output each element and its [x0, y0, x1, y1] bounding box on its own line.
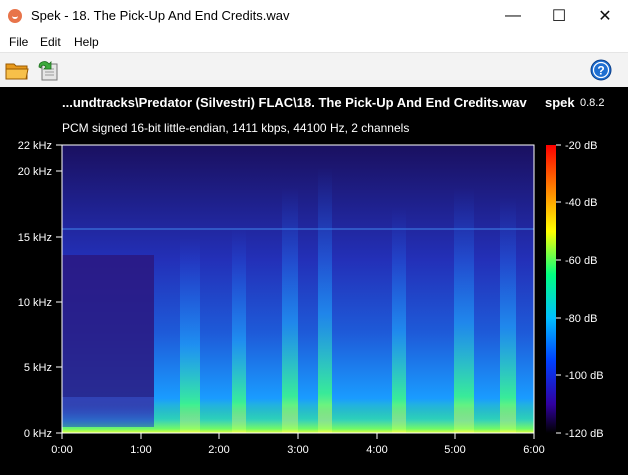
window-title: Spek - 18. The Pick-Up And End Credits.w…	[31, 8, 290, 23]
time-label-3: 3:00	[287, 444, 308, 456]
maximize-button[interactable]: ☐	[536, 0, 582, 32]
time-label-4: 4:00	[366, 444, 387, 456]
db-label-20: -20 dB	[565, 140, 597, 152]
time-label-6: 6:00	[523, 444, 544, 456]
db-label-120: -120 dB	[565, 428, 604, 440]
spectrogram-svg: 22 kHz 20 kHz 15 kHz 10 kHz 5 kHz 0 kHz …	[18, 140, 604, 456]
help-icon[interactable]: ?	[589, 58, 613, 82]
freq-label-10k: 10 kHz	[18, 297, 52, 309]
menu-edit[interactable]: Edit	[40, 35, 61, 49]
freq-label-0k: 0 kHz	[24, 428, 52, 440]
time-label-2: 2:00	[208, 444, 229, 456]
db-ticks	[556, 144, 561, 434]
db-label-100: -100 dB	[565, 370, 604, 382]
db-color-scale	[546, 145, 556, 433]
time-label-0: 0:00	[51, 444, 72, 456]
time-label-5: 5:00	[444, 444, 465, 456]
freq-label-15k: 15 kHz	[18, 232, 52, 244]
time-ticks	[61, 433, 535, 439]
save-icon[interactable]	[36, 58, 60, 82]
toolbar: ?	[0, 52, 628, 88]
freq-label-20k: 20 kHz	[18, 166, 52, 178]
db-label-80: -80 dB	[565, 313, 597, 325]
open-folder-icon[interactable]	[5, 58, 29, 82]
menu-help[interactable]: Help	[74, 35, 99, 49]
freq-label-22k: 22 kHz	[18, 140, 52, 152]
db-label-40: -40 dB	[565, 197, 597, 209]
title-bar: Spek - 18. The Pick-Up And End Credits.w…	[0, 0, 628, 33]
minimize-button[interactable]: —	[490, 0, 536, 32]
frequency-ticks	[56, 144, 62, 434]
time-label-1: 1:00	[130, 444, 151, 456]
svg-text:?: ?	[597, 64, 604, 78]
menu-file[interactable]: File	[9, 35, 28, 49]
spectrogram-panel: ...undtracks\Predator (Silvestri) FLAC\1…	[0, 87, 628, 475]
db-label-60: -60 dB	[565, 255, 597, 267]
menu-bar: File Edit Help	[0, 32, 628, 52]
spek-app-icon	[8, 9, 22, 23]
freq-label-5k: 5 kHz	[24, 362, 52, 374]
close-button[interactable]: ✕	[582, 0, 628, 32]
